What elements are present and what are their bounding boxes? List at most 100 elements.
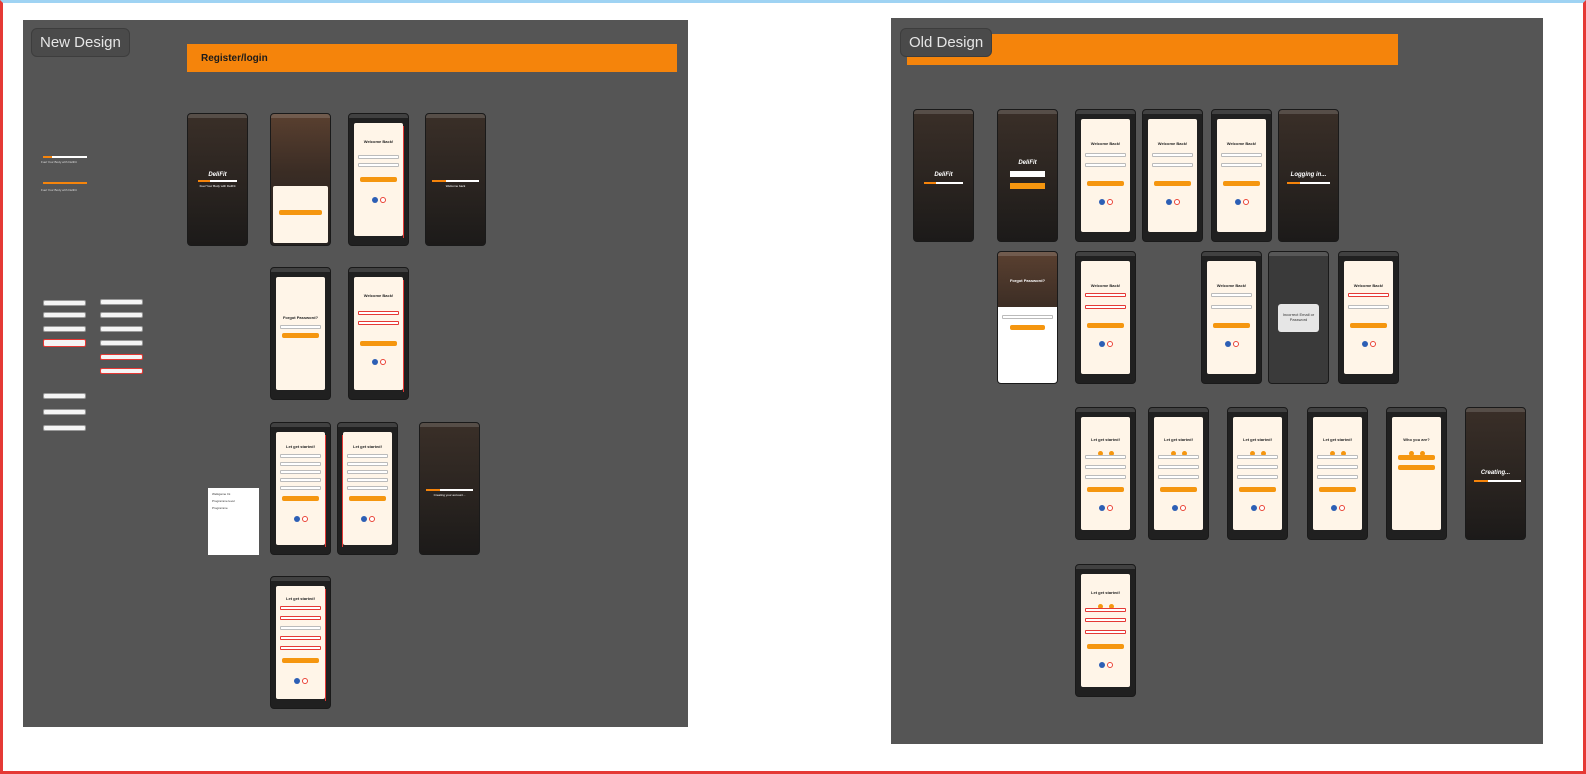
dropdown-widget[interactable]: [43, 425, 86, 431]
email-field-error[interactable]: [280, 616, 321, 620]
dropdown-widget[interactable]: [43, 409, 86, 415]
email-field[interactable]: [358, 155, 399, 159]
phone-register-2[interactable]: Let get started!: [337, 422, 398, 555]
social-login[interactable]: [1081, 341, 1130, 348]
password-widget[interactable]: [100, 312, 143, 318]
password-field[interactable]: [1237, 475, 1278, 479]
email-field[interactable]: [280, 325, 321, 329]
password-field[interactable]: [1348, 305, 1389, 309]
role-select[interactable]: [280, 626, 321, 630]
input-widget-error[interactable]: [43, 339, 86, 347]
new-design-label[interactable]: New Design: [31, 28, 130, 57]
role-option-2[interactable]: [1398, 465, 1435, 470]
phone-login-error[interactable]: Welcome Back!: [348, 267, 409, 400]
password-field[interactable]: [358, 163, 399, 167]
name-field[interactable]: [1317, 465, 1358, 469]
input-widget[interactable]: [43, 312, 86, 318]
social-login[interactable]: [1081, 199, 1130, 206]
name-field-error[interactable]: [280, 606, 321, 610]
social-login[interactable]: [343, 516, 392, 523]
old-design-label[interactable]: Old Design: [900, 28, 993, 57]
password-field[interactable]: [347, 478, 388, 482]
email-field-error[interactable]: [1085, 293, 1126, 297]
social-login[interactable]: [1081, 505, 1130, 512]
password-field[interactable]: [1221, 163, 1262, 167]
role-select[interactable]: [347, 470, 388, 474]
name-field[interactable]: [1158, 465, 1199, 469]
social-login[interactable]: [354, 359, 403, 366]
email-field[interactable]: [1221, 153, 1262, 157]
phone-forgot-password[interactable]: Forgot Password?: [270, 267, 331, 400]
register-button[interactable]: [1087, 487, 1124, 492]
email-field-error[interactable]: [358, 311, 399, 315]
password-widget[interactable]: [100, 299, 143, 305]
phone-old-register-4[interactable]: Let get started!: [1307, 407, 1368, 540]
dropdown-widget[interactable]: [43, 393, 86, 399]
phone-old-login-filled[interactable]: Welcome Back!: [1142, 109, 1203, 242]
sign-in-button[interactable]: [1213, 323, 1250, 328]
email-field[interactable]: [1158, 455, 1199, 459]
phone-old-splash[interactable]: DeliFit: [913, 109, 974, 242]
password-field[interactable]: [1085, 163, 1126, 167]
social-login[interactable]: [1233, 505, 1282, 512]
sign-in-button[interactable]: [1010, 171, 1045, 177]
register-button[interactable]: [1160, 487, 1197, 492]
password-widget[interactable]: [100, 340, 143, 346]
phone-onboarding[interactable]: [270, 113, 331, 246]
password-field[interactable]: [1158, 475, 1199, 479]
password-field-error[interactable]: [280, 636, 321, 640]
sign-in-button[interactable]: [1087, 323, 1124, 328]
phone-old-register-2[interactable]: Let get started!: [1148, 407, 1209, 540]
email-field-error[interactable]: [1085, 608, 1126, 612]
social-login[interactable]: [276, 678, 325, 685]
password-field-error[interactable]: [1085, 630, 1126, 634]
name-field[interactable]: [347, 454, 388, 458]
sign-in-button[interactable]: [360, 341, 397, 346]
phone-old-creating[interactable]: Creating...: [1465, 407, 1526, 540]
splash-component-1[interactable]: Fuel Your Body with DeliFit: [41, 148, 89, 168]
password-widget-error[interactable]: [100, 354, 143, 360]
email-field[interactable]: [1002, 315, 1053, 319]
sign-in-button[interactable]: [1087, 181, 1124, 186]
social-login[interactable]: [276, 516, 325, 523]
email-field[interactable]: [1085, 153, 1126, 157]
input-widget[interactable]: [43, 300, 86, 306]
password-field[interactable]: [1152, 163, 1193, 167]
password-field-error[interactable]: [1085, 305, 1126, 309]
phone-creating-account[interactable]: Creating your account...: [419, 422, 480, 555]
password-field[interactable]: [1085, 475, 1126, 479]
social-login[interactable]: [1344, 341, 1393, 348]
name-field-error[interactable]: [1085, 618, 1126, 622]
password-field-error[interactable]: [358, 321, 399, 325]
sign-in-button[interactable]: [1154, 181, 1191, 186]
email-field[interactable]: [280, 462, 321, 466]
name-field[interactable]: [1237, 465, 1278, 469]
social-login[interactable]: [1148, 199, 1197, 206]
email-field[interactable]: [1085, 455, 1126, 459]
sign-in-button[interactable]: [1350, 323, 1387, 328]
phone-old-landing[interactable]: DeliFit: [997, 109, 1058, 242]
email-field[interactable]: [1317, 455, 1358, 459]
phone-old-login-filled-2[interactable]: Welcome Back!: [1211, 109, 1272, 242]
get-started-button[interactable]: [279, 210, 322, 215]
input-widget[interactable]: [43, 326, 86, 332]
social-login[interactable]: [1154, 505, 1203, 512]
send-reset-button[interactable]: [282, 333, 319, 338]
social-login[interactable]: [354, 197, 403, 204]
phone-splash[interactable]: DeliFit Fuel Your Body with DeliFit: [187, 113, 248, 246]
phone-old-login-error-2[interactable]: Welcome Back!: [1338, 251, 1399, 384]
send-reset-button[interactable]: [1010, 325, 1045, 330]
phone-old-register-1[interactable]: Let get started!: [1075, 407, 1136, 540]
splash-component-2[interactable]: Fuel Your Body with DeliFit: [41, 176, 89, 196]
register-button[interactable]: [1087, 644, 1124, 649]
email-field[interactable]: [1237, 455, 1278, 459]
social-login[interactable]: [1081, 662, 1130, 669]
email-field-error[interactable]: [1348, 293, 1389, 297]
social-login[interactable]: [1217, 199, 1266, 206]
register-button[interactable]: [1319, 487, 1356, 492]
confirm-field-error[interactable]: [280, 646, 321, 650]
password-field[interactable]: [1211, 305, 1252, 309]
register-button[interactable]: [349, 496, 386, 501]
name-field[interactable]: [280, 454, 321, 458]
email-field[interactable]: [1211, 293, 1252, 297]
